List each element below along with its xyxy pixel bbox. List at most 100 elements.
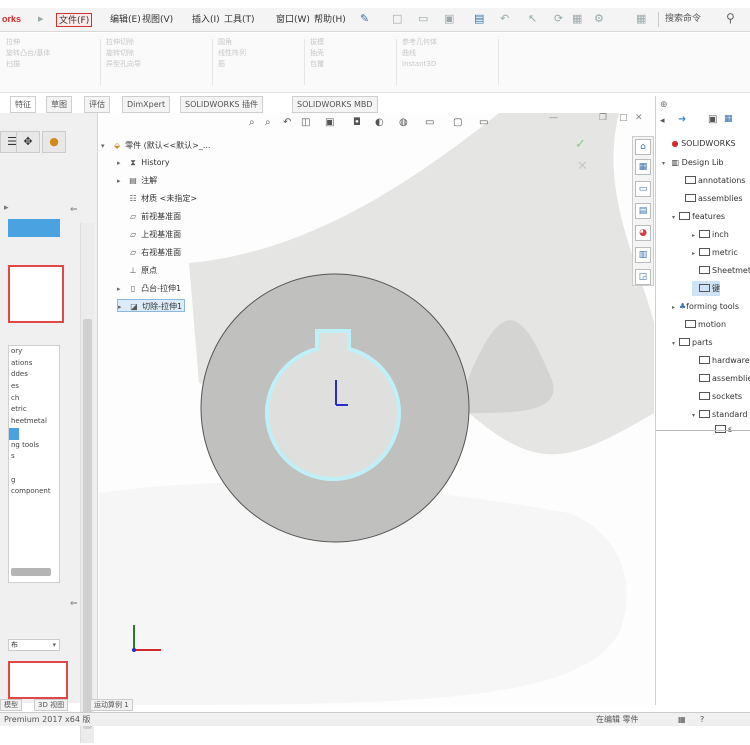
expand-icon[interactable]: ▸ <box>118 301 126 314</box>
ribbon-item[interactable]: 旋转切除 <box>106 48 206 59</box>
display-style-icon[interactable]: ◘ <box>353 117 361 128</box>
collapse-icon[interactable]: ▾ <box>672 336 679 351</box>
custom-properties-icon[interactable]: ▥ <box>635 247 651 263</box>
tree-item-top-plane[interactable]: ▱ 上视基准面 <box>117 228 181 241</box>
menu-edit[interactable]: 编辑(E) <box>108 13 143 27</box>
library-folder[interactable]: assemblies <box>692 371 750 386</box>
previous-view-icon[interactable]: ↶ <box>283 117 291 128</box>
search-input[interactable]: 搜索命令 <box>658 12 728 27</box>
pin-panel-icon[interactable]: ⇐ <box>70 205 78 215</box>
tree-root[interactable]: ▾ ⬙ 零件 (默认<<默认>_... <box>101 139 211 152</box>
configuration-tab-icon[interactable]: ✥ <box>16 131 40 153</box>
file-explorer-icon[interactable]: ▤ <box>635 203 651 219</box>
home-icon[interactable]: ⌂ <box>635 139 651 155</box>
confirm-check-icon[interactable]: ✓ <box>575 137 586 152</box>
view-settings-icon[interactable]: ▢ <box>453 117 462 128</box>
list-item[interactable]: heetmetal <box>9 416 59 428</box>
list-item[interactable]: ch <box>9 393 59 405</box>
search-icon[interactable]: ⚲ <box>726 11 735 25</box>
list-item[interactable]: ddes <box>9 369 59 381</box>
ribbon-item[interactable]: 曲线 <box>402 48 492 59</box>
view-orientation-icon[interactable]: ▣ <box>325 117 334 128</box>
library-folder[interactable]: sockets <box>692 389 742 404</box>
library-folder[interactable]: motion <box>678 317 726 332</box>
ribbon-item[interactable]: 扫描 <box>6 59 96 70</box>
file-properties-icon[interactable]: ▦ <box>572 12 582 25</box>
ribbon-group-fillet[interactable]: 圆角 线性阵列 筋 <box>218 37 298 89</box>
ribbon-item[interactable]: 旋转凸台/基体 <box>6 48 96 59</box>
selection-box[interactable] <box>8 661 68 699</box>
ribbon-item[interactable]: 圆角 <box>218 37 298 48</box>
ribbon-item[interactable]: 包覆 <box>310 59 390 70</box>
forum-icon[interactable]: ◲ <box>635 269 651 285</box>
units-icon[interactable]: ▦ <box>678 714 686 726</box>
ribbon-item[interactable]: 拉伸 <box>6 37 96 48</box>
tree-item-right-plane[interactable]: ▱ 右视基准面 <box>117 246 181 259</box>
rebuild-icon[interactable]: ⟳ <box>554 12 563 25</box>
list-item[interactable]: s <box>9 451 59 463</box>
grid-icon[interactable]: ▦ <box>636 12 646 25</box>
tree-item-origin[interactable]: ⊥ 原点 <box>117 264 158 277</box>
open-document-icon[interactable]: ▭ <box>418 12 428 25</box>
appearance-tab-icon[interactable]: ● <box>42 131 66 153</box>
zoom-to-fit-icon[interactable]: ⌕ <box>249 117 255 128</box>
library-folder-selected[interactable]: 键 <box>692 281 720 296</box>
library-folder[interactable]: ▾ standard <box>692 407 747 422</box>
select-icon[interactable]: ↖ <box>528 12 537 25</box>
scroll-thumb[interactable] <box>83 319 92 729</box>
chevron-down-icon[interactable]: ▾ <box>52 640 56 650</box>
collapse-icon[interactable]: ▾ <box>692 408 699 423</box>
expand-icon[interactable]: ▸ <box>692 246 699 261</box>
menu-view[interactable]: 视图(V) <box>140 13 175 27</box>
pane-divider[interactable] <box>656 430 750 431</box>
tab-features[interactable]: 特征 <box>10 96 36 113</box>
appearances-icon[interactable]: ◕ <box>635 225 651 241</box>
library-folder[interactable]: ▸ metric <box>692 245 738 260</box>
library-folder[interactable]: assemblies <box>678 191 743 206</box>
list-item[interactable]: ng tools <box>9 440 59 452</box>
vertical-scrollbar[interactable] <box>80 223 94 743</box>
ribbon-item[interactable]: 线性阵列 <box>218 48 298 59</box>
ribbon-group-cut[interactable]: 拉伸切除 旋转切除 异型孔向导 <box>106 37 206 89</box>
library-folder[interactable]: ▸ inch <box>692 227 729 242</box>
cancel-x-icon[interactable]: ✕ <box>577 159 588 174</box>
tree-item-cut-extrude[interactable]: ▸ ◪ 切除-拉伸1 <box>117 299 186 314</box>
menu-window[interactable]: 窗口(W) <box>274 13 312 27</box>
tree-item-material[interactable]: ☷ 材质 <未指定> <box>117 192 197 205</box>
expand-icon[interactable]: ▸ <box>692 228 699 243</box>
library-folder[interactable]: ▾ parts <box>672 335 713 350</box>
list-item[interactable]: es <box>9 381 59 393</box>
window-close-icon[interactable]: ✕ <box>635 113 643 123</box>
new-document-icon[interactable]: □ <box>392 12 402 25</box>
forward-icon[interactable]: ➜ <box>678 114 686 125</box>
collapse-icon[interactable]: ▾ <box>672 210 679 225</box>
edit-appearance-icon[interactable]: ◍ <box>399 117 408 128</box>
tab-mbd[interactable]: SOLIDWORKS MBD <box>292 96 378 113</box>
menu-insert[interactable]: 插入(I) <box>190 13 222 27</box>
library-list[interactable]: ory ations ddes es ch etric heetmetal ng… <box>8 345 60 583</box>
menu-tools[interactable]: 工具(T) <box>222 13 257 27</box>
tree-item-annotations[interactable]: ▸ ▤ 注解 <box>117 174 157 187</box>
tree-item-front-plane[interactable]: ▱ 前视基准面 <box>117 210 181 223</box>
tree-item-boss-extrude[interactable]: ▸ ▯ 凸台-拉伸1 <box>117 282 181 295</box>
list-item-selected[interactable] <box>9 427 19 440</box>
expand-icon[interactable]: ▸ <box>117 283 125 296</box>
ribbon-item[interactable]: 筋 <box>218 59 298 70</box>
ribbon-item[interactable]: Instant3D <box>402 59 492 70</box>
menu-help[interactable]: 帮助(H) <box>312 13 348 27</box>
ribbon-item[interactable]: 拉伸切除 <box>106 37 206 48</box>
tab-model[interactable]: 模型 <box>0 699 22 711</box>
selected-item-highlight[interactable] <box>8 219 60 237</box>
tab-motion-study[interactable]: 运动算例 1 <box>90 699 133 711</box>
window-restore-icon[interactable]: ❐ <box>599 113 607 123</box>
ribbon-group-extrude[interactable]: 拉伸 旋转凸台/基体 扫描 <box>6 37 96 89</box>
pin-panel-icon[interactable]: ⇐ <box>70 599 78 609</box>
expand-icon[interactable]: ▸ <box>117 157 125 170</box>
pin-icon[interactable]: ⊕ <box>660 100 668 110</box>
design-library-icon[interactable]: ▭ <box>635 181 651 197</box>
list-item[interactable]: g <box>9 475 59 487</box>
resources-icon[interactable]: ▦ <box>635 159 651 175</box>
expand-icon[interactable]: ▸ <box>672 300 679 315</box>
library-item-solidworks[interactable]: ● SOLIDWORKS <box>662 136 736 151</box>
collapse-icon[interactable]: ▾ <box>662 156 669 171</box>
